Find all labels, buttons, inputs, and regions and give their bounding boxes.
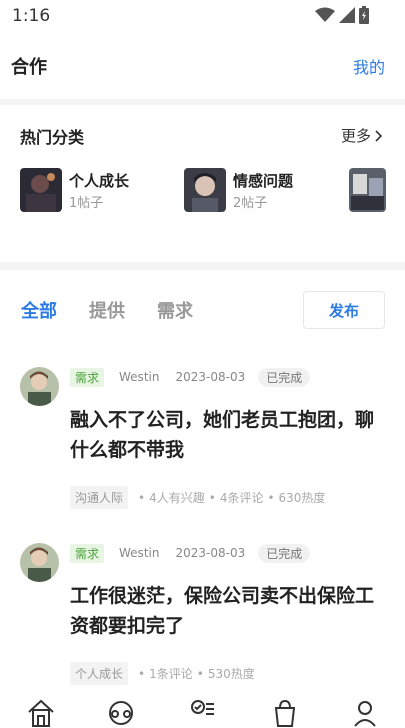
cooperation-icon[interactable]	[187, 698, 217, 728]
category-thumbnail-partial[interactable]	[349, 168, 386, 212]
wifi-icon	[315, 7, 335, 22]
post-interest-count: 4人有兴趣	[149, 491, 205, 505]
signal-icon	[339, 7, 355, 23]
hot-categories-title: 热门分类	[20, 128, 85, 147]
category-item-growth[interactable]: 个人成长 1帖子	[20, 168, 180, 212]
chevron-right-icon	[375, 129, 383, 142]
post-title[interactable]: 工作很迷茫，保险公司卖不出保险工资都要扣完了	[70, 581, 385, 641]
post-type-tag: 需求	[70, 543, 105, 563]
post-heat: 630热度	[278, 491, 326, 505]
tab-demand[interactable]: 需求	[157, 297, 193, 323]
publish-button[interactable]: 发布	[303, 291, 385, 329]
battery-icon	[359, 6, 369, 24]
category-name: 情感问题	[233, 172, 294, 190]
post-date: 2023-08-03	[175, 370, 246, 384]
post-meta: 需求 Westin 2023-08-03 已完成	[70, 367, 311, 387]
post-type-tag: 需求	[70, 367, 105, 387]
post-heat: 530热度	[207, 667, 255, 681]
profile-icon[interactable]	[350, 698, 380, 728]
post-meta: 需求 Westin 2023-08-03 已完成	[70, 543, 311, 563]
avatar[interactable]	[20, 543, 59, 582]
more-label: 更多	[340, 127, 371, 145]
page-title: 合作	[11, 57, 47, 78]
mine-link[interactable]: 我的	[353, 54, 385, 78]
category-name: 个人成长	[69, 172, 130, 190]
header-divider	[0, 99, 405, 105]
post-author: Westin	[119, 370, 160, 384]
community-icon[interactable]	[106, 698, 136, 728]
separator-dot: •	[267, 490, 275, 505]
avatar[interactable]	[20, 367, 59, 406]
post-status-badge: 已完成	[258, 367, 311, 387]
post-comment-count: 1条评论	[149, 667, 193, 681]
tab-all[interactable]: 全部	[21, 297, 57, 323]
section-divider	[0, 262, 405, 270]
category-count: 2帖子	[233, 196, 268, 211]
post-footer: 沟通人际 • 4人有兴趣 • 4条评论 • 630热度	[70, 486, 325, 509]
shop-icon[interactable]	[270, 698, 300, 728]
post-title[interactable]: 融入不了公司，她们老员工抱团，聊什么都不带我	[70, 405, 385, 465]
post-comment-count: 4条评论	[219, 491, 264, 505]
more-link[interactable]: 更多	[341, 125, 383, 146]
category-thumbnail	[20, 168, 62, 212]
separator-dot: •	[138, 490, 146, 505]
home-icon[interactable]	[26, 698, 56, 728]
post-date: 2023-08-03	[175, 546, 246, 560]
category-count: 1帖子	[69, 196, 104, 211]
post-footer: 个人成长 • 1条评论 • 530热度	[70, 662, 255, 685]
category-item-emotion[interactable]: 情感问题 2帖子	[184, 168, 334, 212]
post-category-tag[interactable]: 个人成长	[70, 662, 129, 685]
post-author: Westin	[119, 546, 160, 560]
tab-offer[interactable]: 提供	[89, 297, 125, 323]
separator-dot: •	[208, 490, 216, 505]
category-thumbnail	[184, 168, 226, 212]
post-status-badge: 已完成	[258, 543, 311, 563]
separator-dot: •	[196, 666, 204, 681]
post-category-tag[interactable]: 沟通人际	[70, 486, 129, 509]
status-time: 1:16	[12, 6, 51, 26]
status-icons	[315, 6, 369, 24]
separator-dot: •	[138, 666, 146, 681]
